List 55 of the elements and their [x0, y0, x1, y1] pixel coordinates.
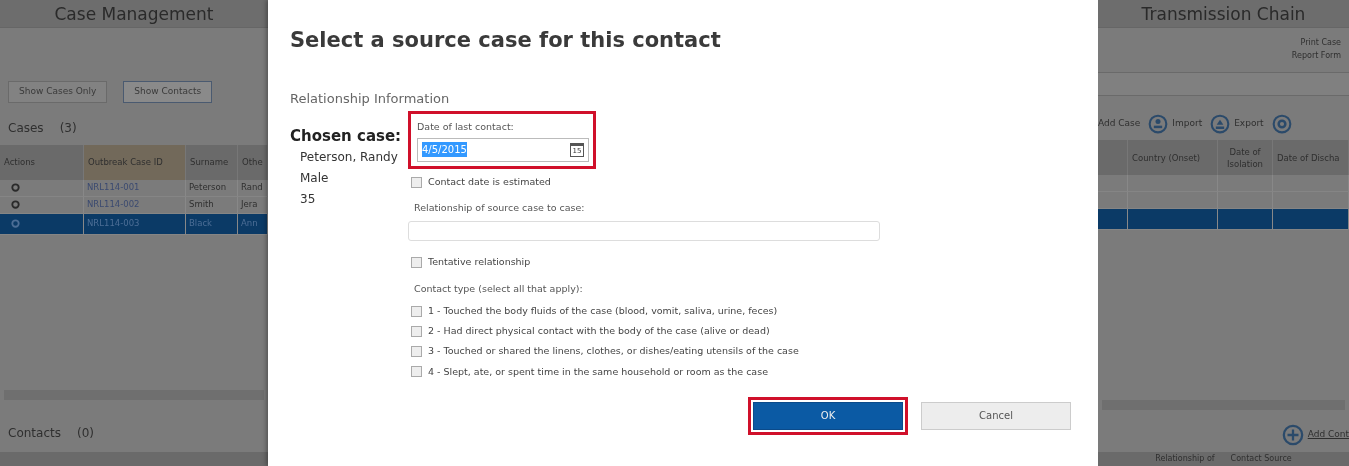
case-detail: Peterson, Randy — [299, 149, 399, 167]
checkbox-label: 4 - Slept, ate, or spent time in the same household or room as the case — [428, 364, 768, 379]
date-value: 4/5/2015 — [422, 142, 467, 158]
case-detail: Male — [299, 170, 330, 188]
section-heading: Contacts — [8, 425, 61, 442]
checkbox-label: Contact date is estimated — [428, 174, 551, 189]
count-label: (0) — [76, 425, 94, 442]
checkbox-label: 2 - Had direct physical contact with the body of the case (alive or dead) — [428, 324, 770, 339]
table-cell: Ann — [238, 213, 268, 235]
person-icon[interactable] — [1148, 114, 1169, 134]
table-cell: Black — [186, 213, 238, 235]
field-label: Date of last contact: — [417, 119, 515, 134]
link-text[interactable]: Print Case — [1300, 36, 1341, 49]
settings-icon[interactable] — [1271, 114, 1292, 134]
table-cell: NRL114-001 — [84, 179, 186, 197]
checkbox[interactable] — [411, 176, 422, 188]
toolbar-label[interactable]: Add Case — [1098, 117, 1141, 131]
field-label: Relationship of source case to case: — [414, 201, 586, 216]
section-heading: Cases — [8, 119, 44, 137]
panel-title: Transmission Chain — [1098, 0, 1349, 28]
gear-icon[interactable] — [10, 199, 21, 210]
gear-icon[interactable] — [10, 182, 21, 193]
checkbox[interactable] — [411, 305, 422, 317]
case-detail: 35 — [299, 191, 317, 209]
panel-title: Case Management — [0, 0, 268, 28]
dialog-title: Select a source case for this contact — [290, 28, 722, 54]
table-cell: NRL114-002 — [84, 196, 186, 214]
link-text[interactable]: Report Form — [1291, 49, 1341, 62]
table-cell: Smith — [186, 196, 238, 214]
gear-icon[interactable] — [10, 218, 21, 229]
plus-icon[interactable] — [1281, 424, 1304, 446]
toolbar-label[interactable]: Import — [1172, 117, 1203, 131]
toolbar-label[interactable]: Export — [1234, 117, 1264, 131]
table-cell: NRL114-003 — [84, 213, 186, 235]
checkbox[interactable] — [411, 257, 422, 269]
table-cell: Peterson — [186, 179, 238, 197]
section-label: Relationship Information — [290, 90, 451, 109]
cancel-button[interactable]: Cancel — [921, 401, 1071, 430]
relationship-field[interactable] — [408, 221, 880, 242]
search-field[interactable] — [1098, 72, 1349, 96]
checkbox-label: 1 - Touched the body fluids of the case (blood, vomit, saliva, urine, feces) — [428, 303, 778, 318]
filter-button[interactable]: Show Cases Only — [8, 81, 108, 103]
chosen-case-heading: Chosen case: — [290, 125, 403, 147]
count-label: (3) — [59, 119, 77, 137]
checkbox[interactable] — [411, 325, 422, 337]
checkbox[interactable] — [411, 366, 422, 378]
field-label: Contact type (select all that apply): — [414, 281, 584, 296]
checkbox-label: 3 - Touched or shared the linens, clothes, or dishes/eating utensils of the case — [428, 344, 799, 359]
checkbox[interactable] — [411, 346, 422, 358]
filter-button[interactable]: Show Contacts — [123, 81, 213, 103]
column-header: Actions — [0, 144, 84, 180]
checkbox-label: Tentative relationship — [428, 255, 531, 270]
upload-icon[interactable] — [1210, 114, 1231, 134]
add-contact-link[interactable]: Add Cont — [1307, 428, 1349, 442]
ok-button[interactable]: OK — [753, 401, 903, 430]
